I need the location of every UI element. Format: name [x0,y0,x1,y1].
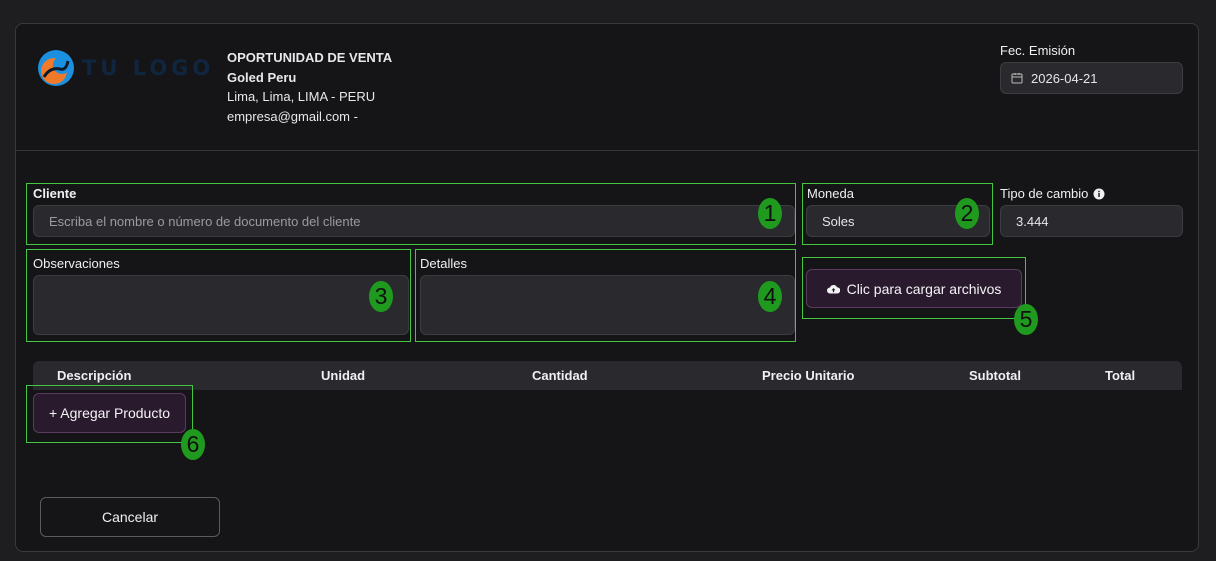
info-icon[interactable] [1093,188,1105,200]
annotation-badge: 5 [1014,304,1038,335]
calendar-icon [1011,73,1023,84]
annotation-badge: 3 [369,281,393,312]
exchange-rate-label: Tipo de cambio [1000,186,1089,201]
annotation-badge: 2 [955,198,979,229]
logo-text: TU LOGO [82,56,215,80]
annotation-badge: 4 [758,281,782,312]
column-header: Unidad [321,368,366,383]
column-header: Precio Unitario [762,368,855,383]
exchange-rate-label-row: Tipo de cambio [1000,186,1105,201]
column-header: Descripción [57,368,132,383]
issue-date-label: Fec. Emisión [1000,43,1076,58]
company-info: OPORTUNIDAD DE VENTA Goled Peru Lima, Li… [227,48,392,126]
column-header: Cantidad [532,368,588,383]
issue-date-field[interactable]: 2026-04-21 [1000,62,1183,94]
annotation-badge: 6 [181,429,205,460]
observations-textarea[interactable] [33,275,409,335]
company-location: Lima, Lima, LIMA - PERU [227,89,376,104]
client-search-input[interactable]: Escriba el nombre o número de documento … [33,205,795,237]
client-label: Cliente [33,186,77,201]
add-product-button[interactable]: + Agregar Producto [33,393,186,433]
upload-files-label: Clic para cargar archivos [846,280,1002,297]
details-textarea[interactable] [420,275,795,335]
column-header: Subtotal [969,368,1021,383]
details-label: Detalles [420,256,467,271]
issue-date-value: 2026-04-21 [1031,70,1098,86]
annotation-badge: 1 [758,198,782,229]
column-header: Total [1105,368,1136,383]
header-divider [16,150,1198,151]
cancel-button[interactable]: Cancelar [40,497,220,537]
cloud-upload-icon [826,284,840,293]
company-contact: empresa@gmail.com - [227,108,358,124]
exchange-rate-input[interactable]: 3.444 [1000,205,1183,237]
upload-files-button[interactable]: Clic para cargar archivos [806,269,1022,308]
company-name: Goled Peru [227,69,297,85]
document-title: OPORTUNIDAD DE VENTA [227,50,393,65]
observations-label: Observaciones [33,256,120,271]
currency-label: Moneda [807,186,854,201]
